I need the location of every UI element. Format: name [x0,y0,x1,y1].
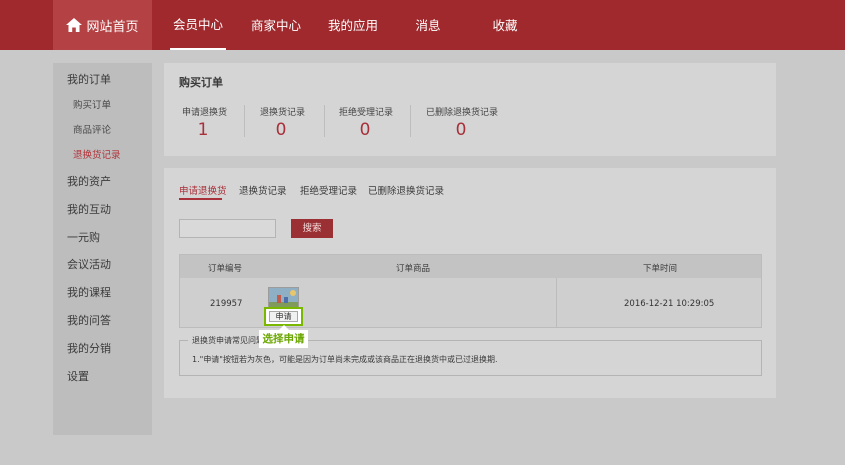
active-tab-underline [179,198,222,200]
nav-merchant-center[interactable]: 商家中心 [248,0,304,50]
sidebar-item-return-records[interactable]: 退换货记录 [73,147,121,161]
sidebar-item-my-interactions[interactable]: 我的互动 [67,201,111,217]
stat-return-records-label: 退换货记录 [260,108,306,118]
nav-member-center[interactable]: 会员中心 [170,0,226,50]
stat-divider [324,105,325,137]
sidebar-item-one-yuan[interactable]: 一元购 [67,229,100,245]
tab-return-records[interactable]: 退换货记录 [239,183,287,197]
home-link-label: 网站首页 [86,19,139,35]
stat-apply-return-label: 申请退换货 [182,108,228,118]
stat-divider [244,105,245,137]
product-image-icon [269,288,298,308]
stat-rejected-records-label: 拒绝受理记录 [339,108,394,118]
sidebar-item-my-distribution[interactable]: 我的分销 [67,340,111,356]
order-number: 219957 [210,299,243,309]
return-panel-card: 申请退换货 退换货记录 拒绝受理记录 已删除退换货记录 搜索 订单编号 订单商品… [164,168,776,398]
stat-rejected-records[interactable]: 拒绝受理记录 0 [339,105,394,140]
sidebar-item-settings[interactable]: 设置 [67,368,89,384]
sidebar-item-meetings[interactable]: 会议活动 [67,256,111,272]
sidebar-item-my-orders[interactable]: 我的订单 [67,71,111,87]
apply-button[interactable]: 申请 [269,311,298,322]
sidebar-item-my-courses[interactable]: 我的课程 [67,284,111,300]
stat-deleted-records-label: 已删除退换货记录 [426,108,499,118]
column-order-time: 下单时间 [643,264,678,274]
faq-text: 1."申请"按钮若为灰色，可能是因为订单尚未完成或该商品正在退换货中或已过退换期… [192,355,498,364]
stat-divider [410,105,411,137]
product-thumbnail[interactable] [268,287,299,309]
column-product: 订单商品 [396,264,431,274]
guide-tooltip: 选择申请 [259,330,308,348]
tab-apply-return[interactable]: 申请退换货 [179,183,227,197]
stat-return-records[interactable]: 退换货记录 0 [260,105,306,140]
stat-deleted-records-value: 0 [455,120,467,140]
stat-apply-return[interactable]: 申请退换货 1 [182,105,228,140]
column-divider [556,278,557,328]
summary-title: 购买订单 [179,76,223,89]
sidebar-item-my-qa[interactable]: 我的问答 [67,312,111,328]
faq-title: 退换货申请常见问题 [188,335,268,346]
sidebar-item-product-reviews[interactable]: 商品评论 [73,122,111,136]
sidebar-item-purchase-orders[interactable]: 购买订单 [73,97,111,111]
stat-deleted-records[interactable]: 已删除退换货记录 0 [426,105,499,140]
home-icon [66,18,83,32]
table-header: 订单编号 订单商品 下单时间 [180,255,761,278]
search-input[interactable] [179,219,276,238]
stat-apply-return-value: 1 [197,120,209,140]
tab-rejected-records[interactable]: 拒绝受理记录 [300,183,357,197]
apply-button-highlight: 申请 [264,307,303,326]
nav-favorites[interactable]: 收藏 [485,0,525,50]
sidebar-item-my-assets[interactable]: 我的资产 [67,173,111,189]
sidebar: 我的订单 购买订单 商品评论 退换货记录 我的资产 我的互动 一元购 会议活动 … [53,63,152,435]
top-navbar: 网站首页 会员中心 商家中心 我的应用 消息 收藏 [0,0,845,50]
home-link[interactable]: 网站首页 [53,0,152,50]
column-order-no: 订单编号 [208,264,243,274]
order-time: 2016-12-21 10:29:05 [624,299,715,309]
order-summary-card: 购买订单 申请退换货 1 退换货记录 0 拒绝受理记录 0 已删除退换货记录 0 [164,63,776,156]
stat-return-records-value: 0 [275,120,287,140]
stat-rejected-records-value: 0 [359,120,371,140]
nav-messages[interactable]: 消息 [408,0,448,50]
tab-deleted-records[interactable]: 已删除退换货记录 [368,183,444,197]
search-button[interactable]: 搜索 [291,219,333,238]
nav-my-apps[interactable]: 我的应用 [325,0,381,50]
